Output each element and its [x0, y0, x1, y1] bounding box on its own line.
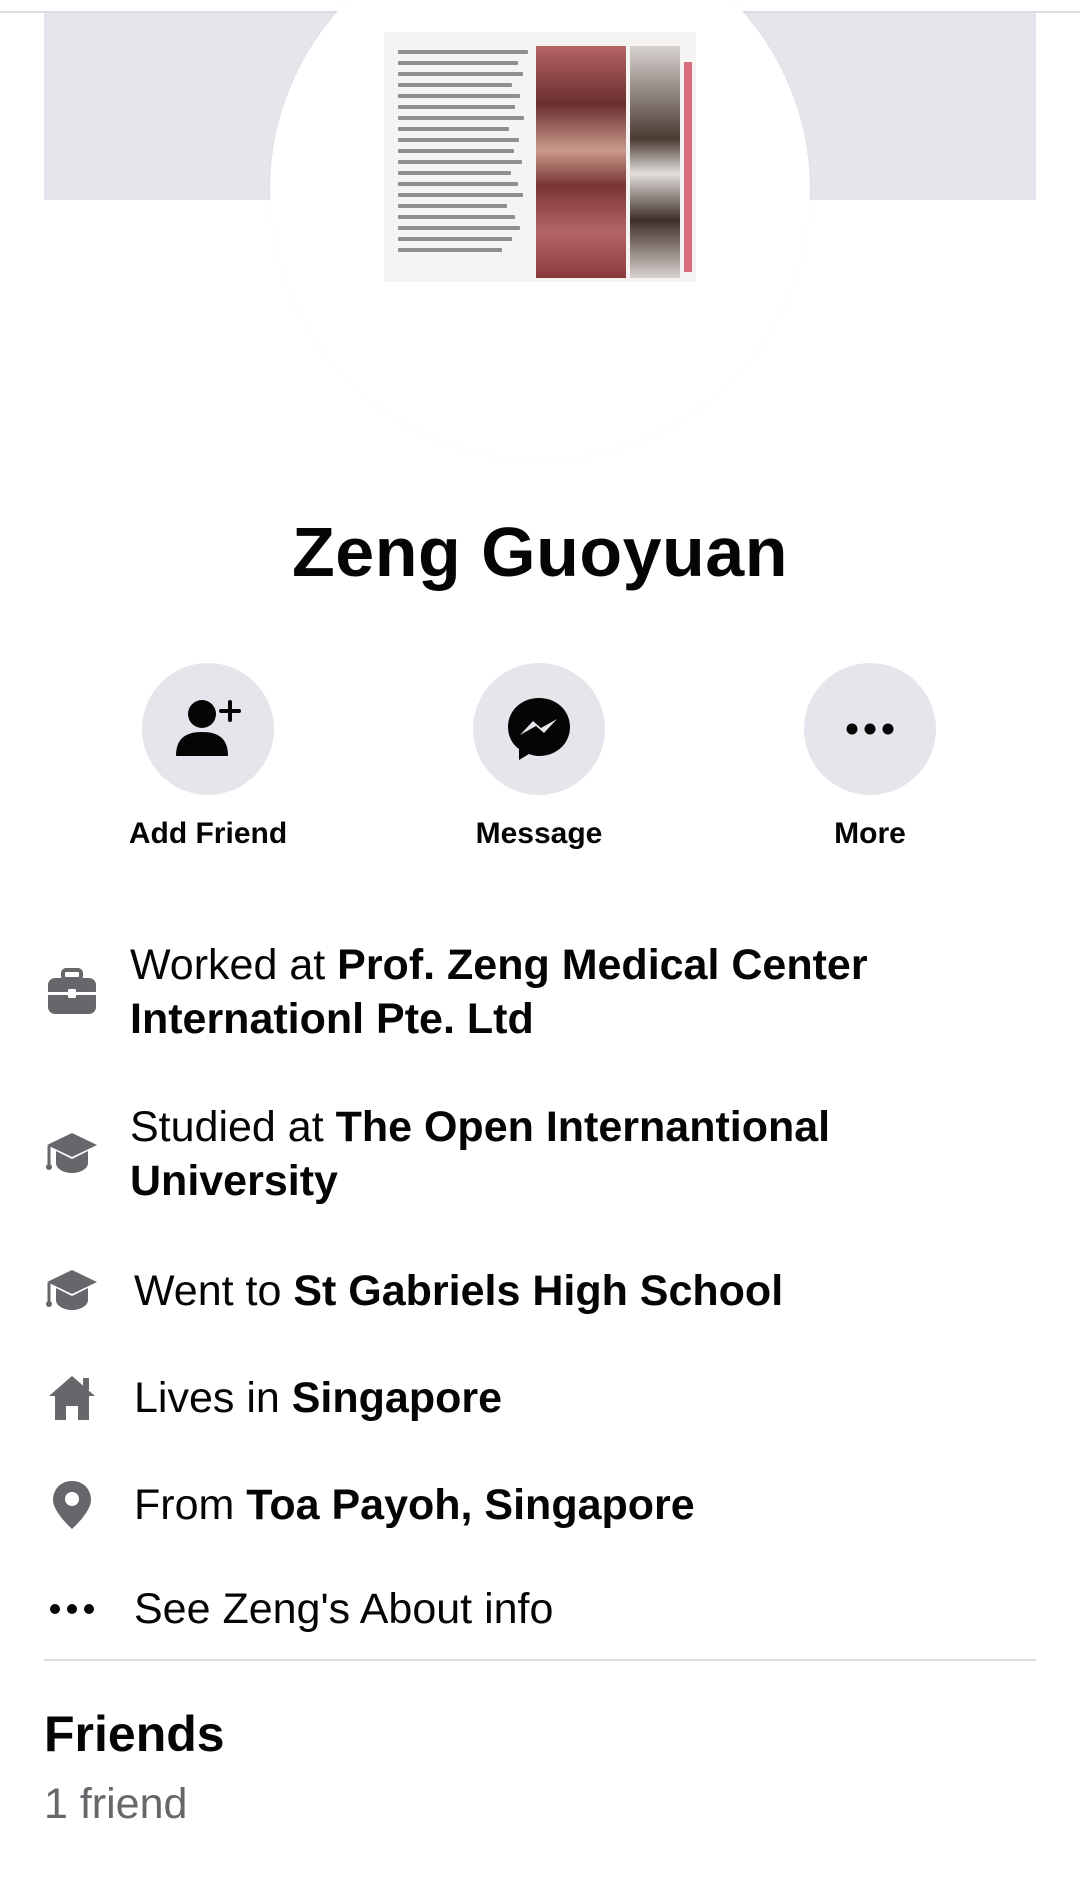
photo-portraits [630, 46, 680, 278]
intro-from: From Toa Payoh, Singapore [44, 1478, 1034, 1532]
intro-college-text: Studied at The Open Internantional Unive… [130, 1100, 1034, 1208]
graduation-cap-icon [44, 1264, 100, 1318]
intro-highschool: Went to St Gabriels High School [44, 1264, 1034, 1318]
graduation-cap-icon [44, 1100, 100, 1208]
friends-heading[interactable]: Friends [44, 1705, 225, 1763]
friends-count: 1 friend [44, 1780, 188, 1828]
photo-newspaper-text [398, 50, 528, 270]
profile-action-bar: Add Friend Message More [0, 663, 1080, 863]
intro-from-link[interactable]: Toa Payoh, Singapore [246, 1481, 694, 1529]
message-button[interactable]: Message [429, 663, 649, 851]
home-icon [44, 1371, 100, 1425]
profile-name: Zeng Guoyuan [292, 513, 788, 591]
intro-work: Worked at Prof. Zeng Medical Center Inte… [44, 938, 1034, 1046]
add-friend-label: Add Friend [128, 817, 288, 850]
intro-college-prefix: Studied at [130, 1103, 336, 1151]
photo-red-stripe [684, 62, 692, 272]
see-about-info-label[interactable]: See Zeng's About info [134, 1582, 553, 1636]
location-pin-icon [44, 1478, 100, 1532]
more-button[interactable]: More [760, 663, 980, 851]
intro-lives-prefix: Lives in [134, 1374, 292, 1422]
more-label: More [834, 817, 906, 850]
add-person-icon [176, 700, 241, 756]
intro-college: Studied at The Open Internantional Unive… [44, 1100, 1034, 1208]
photo-people-strip [536, 46, 626, 278]
message-label: Message [475, 817, 603, 850]
intro-lives: Lives in Singapore [44, 1371, 1034, 1425]
intro-from-text: From Toa Payoh, Singapore [134, 1478, 695, 1532]
message-circle[interactable] [473, 663, 605, 795]
briefcase-icon [44, 938, 100, 1046]
intro-work-text: Worked at Prof. Zeng Medical Center Inte… [130, 938, 1034, 1046]
intro-from-prefix: From [134, 1481, 247, 1529]
intro-highschool-link[interactable]: St Gabriels High School [293, 1267, 783, 1315]
profile-picture[interactable] [270, 0, 810, 460]
intro-highschool-text: Went to St Gabriels High School [134, 1264, 783, 1318]
add-friend-button[interactable]: Add Friend [98, 663, 318, 851]
intro-highschool-prefix: Went to [134, 1267, 294, 1315]
intro-work-prefix: Worked at [130, 941, 338, 989]
add-friend-circle[interactable] [142, 663, 274, 795]
section-divider [44, 1659, 1036, 1661]
see-about-info-link[interactable]: See Zeng's About info [44, 1582, 1034, 1636]
more-dots-icon [846, 723, 894, 735]
more-dots-icon [44, 1582, 100, 1636]
intro-lives-text: Lives in Singapore [134, 1371, 502, 1425]
more-circle[interactable] [804, 663, 936, 795]
intro-lives-link[interactable]: Singapore [292, 1374, 502, 1422]
profile-photo-image [384, 32, 696, 282]
messenger-icon [508, 698, 570, 760]
